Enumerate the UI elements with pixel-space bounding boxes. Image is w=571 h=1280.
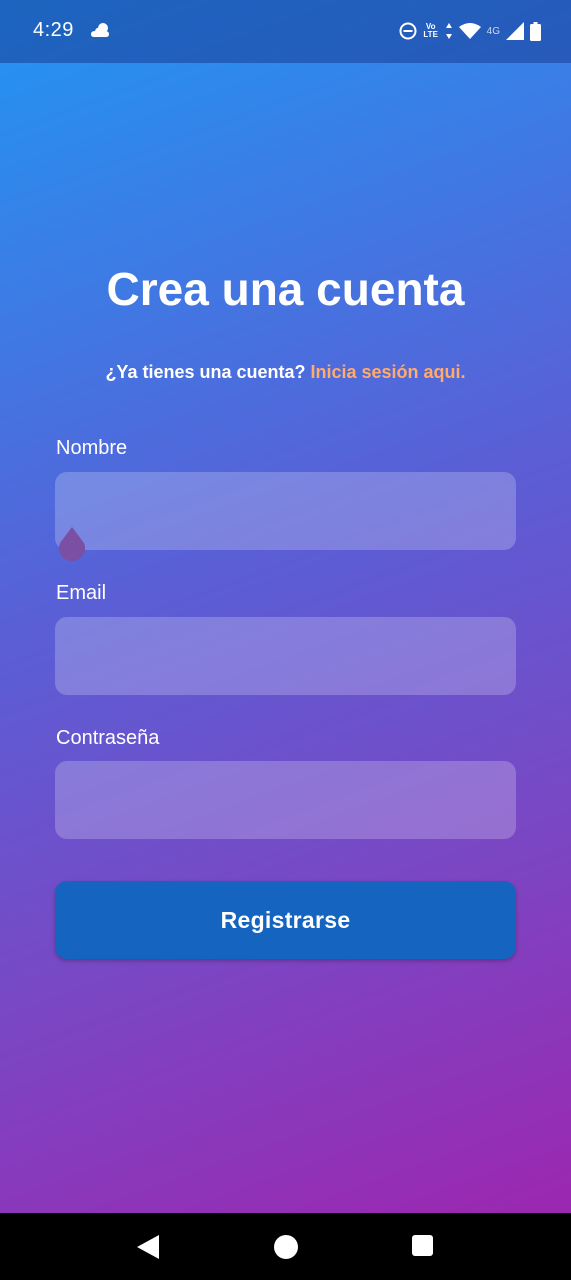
dnd-icon	[399, 22, 417, 40]
login-prompt: ¿Ya tienes una cuenta? Inicia sesión aqu…	[0, 362, 571, 383]
register-screen: 4:29 Vo LTE 4G Crea una cuenta ¿Ya tiene…	[0, 0, 571, 1213]
password-field[interactable]	[55, 761, 516, 839]
volte-icon: Vo LTE	[423, 22, 438, 39]
register-button[interactable]: Registrarse	[55, 881, 516, 959]
email-field[interactable]	[55, 617, 516, 695]
weather-icon	[91, 23, 109, 37]
home-icon[interactable]	[274, 1235, 298, 1259]
text-cursor-handle[interactable]	[56, 525, 88, 563]
email-label: Email	[56, 582, 107, 604]
login-prompt-text: ¿Ya tienes una cuenta?	[105, 362, 311, 382]
page-title: Crea una cuenta	[106, 263, 465, 315]
name-label: Nombre	[56, 437, 128, 459]
login-link[interactable]: Inicia sesión aqui.	[311, 362, 466, 382]
signal-icon	[506, 22, 524, 40]
recents-icon[interactable]	[412, 1235, 433, 1256]
status-time: 4:29	[33, 19, 74, 41]
data-arrows-icon	[445, 23, 452, 39]
name-field[interactable]	[55, 472, 516, 550]
status-icons: Vo LTE 4G	[399, 20, 541, 42]
navigation-bar	[0, 1213, 571, 1280]
back-icon[interactable]	[137, 1235, 159, 1259]
status-bar: 4:29 Vo LTE 4G	[0, 0, 571, 63]
password-label: Contraseña	[56, 727, 160, 749]
network-type-label: 4G	[486, 25, 500, 37]
wifi-icon	[458, 23, 481, 39]
battery-icon	[530, 21, 541, 41]
